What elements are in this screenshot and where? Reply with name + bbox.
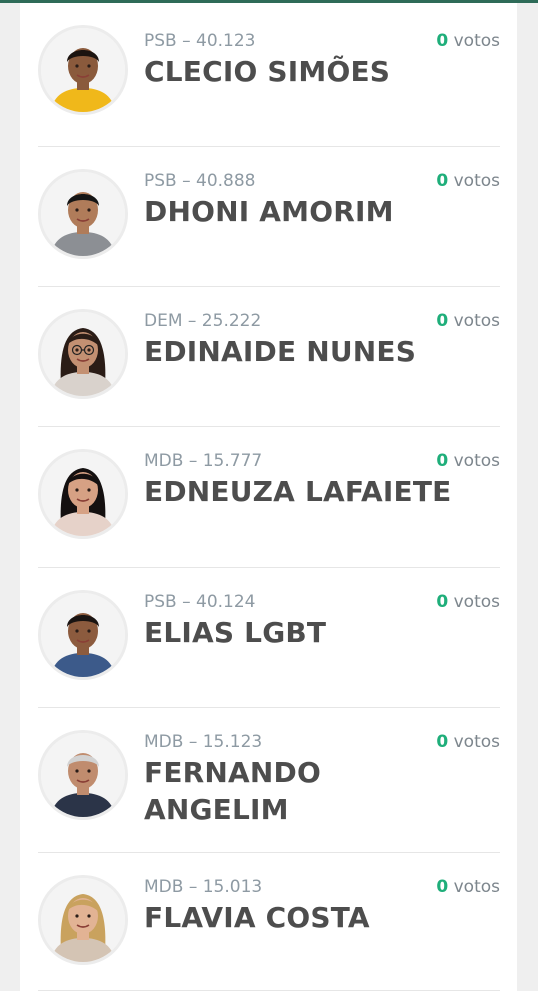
votes-label: votos xyxy=(453,592,500,612)
candidate-party-number: DEM – 25.222 xyxy=(144,311,262,331)
votes-label: votos xyxy=(453,31,500,51)
candidate-photo xyxy=(38,730,128,820)
candidate-name: FERNANDO ANGELIM xyxy=(144,756,321,826)
vote-count: 0 xyxy=(436,31,449,51)
candidate-name: CLECIO SIMÕES xyxy=(144,55,391,88)
votes-label: votos xyxy=(453,877,500,897)
candidate-list-card: PSB – 40.123 0 votos CLECIO SIMÕES PSB –… xyxy=(20,3,517,991)
candidate-party-number: MDB – 15.123 xyxy=(144,732,263,752)
vote-count: 0 xyxy=(436,877,449,897)
candidate-votes: 0 votos xyxy=(436,451,500,471)
candidate-row[interactable]: MDB – 15.013 0 votos FLAVIA COSTA xyxy=(38,853,500,991)
candidate-list: PSB – 40.123 0 votos CLECIO SIMÕES PSB –… xyxy=(38,3,500,991)
candidate-votes: 0 votos xyxy=(436,592,500,612)
candidate-votes: 0 votos xyxy=(436,31,500,51)
vote-count: 0 xyxy=(436,171,449,191)
candidate-photo-man-grey-shirt xyxy=(41,172,125,256)
candidate-row[interactable]: PSB – 40.124 0 votos ELIAS LGBT xyxy=(38,568,500,708)
candidate-row[interactable]: PSB – 40.888 0 votos DHONI AMORIM xyxy=(38,147,500,287)
candidate-votes: 0 votos xyxy=(436,171,500,191)
candidate-name: ELIAS LGBT xyxy=(144,616,327,649)
candidate-photo-man-blue-shirt xyxy=(41,593,125,677)
candidate-row[interactable]: MDB – 15.777 0 votos EDNEUZA LAFAIETE xyxy=(38,427,500,568)
candidate-photo xyxy=(38,169,128,259)
candidate-photo-woman-dark-hair xyxy=(41,452,125,536)
votes-label: votos xyxy=(453,311,500,331)
candidate-row[interactable]: DEM – 25.222 0 votos EDINAIDE NUNES xyxy=(38,287,500,427)
vote-count: 0 xyxy=(436,311,449,331)
candidate-votes: 0 votos xyxy=(436,311,500,331)
candidate-name: FLAVIA COSTA xyxy=(144,901,370,934)
candidate-photo xyxy=(38,449,128,539)
vote-count: 0 xyxy=(436,732,449,752)
candidate-votes: 0 votos xyxy=(436,732,500,752)
candidate-photo-man-yellow-shirt xyxy=(41,28,125,112)
candidate-row[interactable]: PSB – 40.123 0 votos CLECIO SIMÕES xyxy=(38,3,500,147)
candidate-photo xyxy=(38,309,128,399)
candidate-party-number: MDB – 15.777 xyxy=(144,451,263,471)
candidate-photo-woman-blonde xyxy=(41,878,125,962)
votes-label: votos xyxy=(453,171,500,191)
candidate-photo xyxy=(38,875,128,965)
votes-label: votos xyxy=(453,732,500,752)
candidate-party-number: MDB – 15.013 xyxy=(144,877,263,897)
candidate-name: EDINAIDE NUNES xyxy=(144,335,417,368)
candidate-photo xyxy=(38,590,128,680)
candidate-party-number: PSB – 40.124 xyxy=(144,592,256,612)
votes-label: votos xyxy=(453,451,500,471)
vote-count: 0 xyxy=(436,451,449,471)
candidate-party-number: PSB – 40.123 xyxy=(144,31,256,51)
vote-count: 0 xyxy=(436,592,449,612)
candidate-photo-man-grey-hair xyxy=(41,733,125,817)
candidate-name: EDNEUZA LAFAIETE xyxy=(144,475,452,508)
candidate-photo xyxy=(38,25,128,115)
candidate-photo-woman-glasses xyxy=(41,312,125,396)
candidate-party-number: PSB – 40.888 xyxy=(144,171,256,191)
candidate-name: DHONI AMORIM xyxy=(144,195,394,228)
candidate-votes: 0 votos xyxy=(436,877,500,897)
candidate-row[interactable]: MDB – 15.123 0 votos FERNANDO ANGELIM xyxy=(38,708,500,853)
